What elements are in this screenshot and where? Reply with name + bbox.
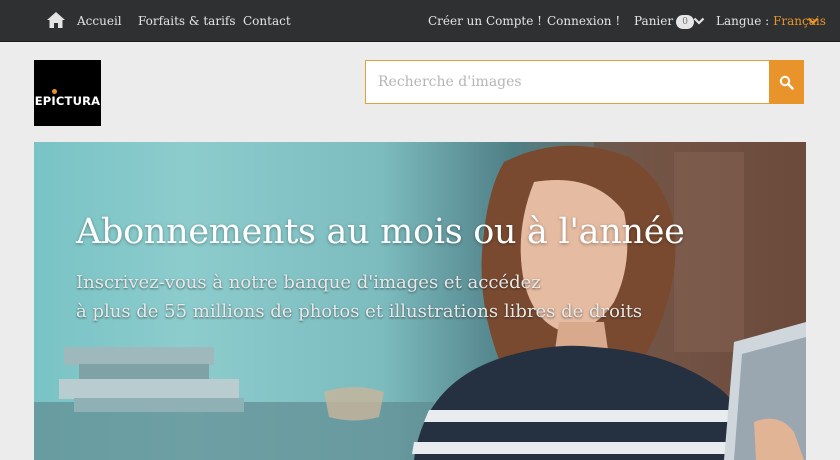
epictura-logo[interactable]: EPICTURA bbox=[34, 60, 101, 126]
hero-subtitle-line-2: à plus de 55 millions de photos et illus… bbox=[76, 301, 643, 322]
nav-link-pricing[interactable]: Forfaits & tarifs bbox=[138, 0, 236, 42]
cart-menu[interactable]: Panier 0 bbox=[634, 0, 695, 42]
cart-count-badge: 0 bbox=[676, 14, 695, 29]
logo-text: EPICTURA bbox=[34, 94, 101, 108]
search-input[interactable] bbox=[365, 60, 769, 104]
search-button[interactable] bbox=[769, 60, 804, 104]
cart-label: Panier bbox=[634, 14, 674, 28]
language-label: Langue : bbox=[716, 14, 770, 28]
nav-link-signup[interactable]: Créer un Compte ! bbox=[428, 0, 542, 42]
top-navigation-bar: Accueil Forfaits & tarifs Contact Créer … bbox=[0, 0, 840, 42]
hero-subtitle-line-1: Inscrivez-vous à notre banque d'images e… bbox=[76, 272, 541, 293]
chevron-down-icon[interactable] bbox=[693, 16, 705, 26]
home-icon[interactable] bbox=[46, 11, 66, 29]
hero-title: Abonnements au mois ou à l'année bbox=[76, 212, 685, 252]
nav-link-contact[interactable]: Contact bbox=[243, 0, 291, 42]
nav-link-login[interactable]: Connexion ! bbox=[547, 0, 620, 42]
chevron-down-icon[interactable] bbox=[807, 16, 819, 26]
search-icon bbox=[779, 75, 794, 90]
hero-banner[interactable]: Abonnements au mois ou à l'année Inscriv… bbox=[34, 142, 806, 460]
nav-link-home[interactable]: Accueil bbox=[77, 0, 122, 42]
